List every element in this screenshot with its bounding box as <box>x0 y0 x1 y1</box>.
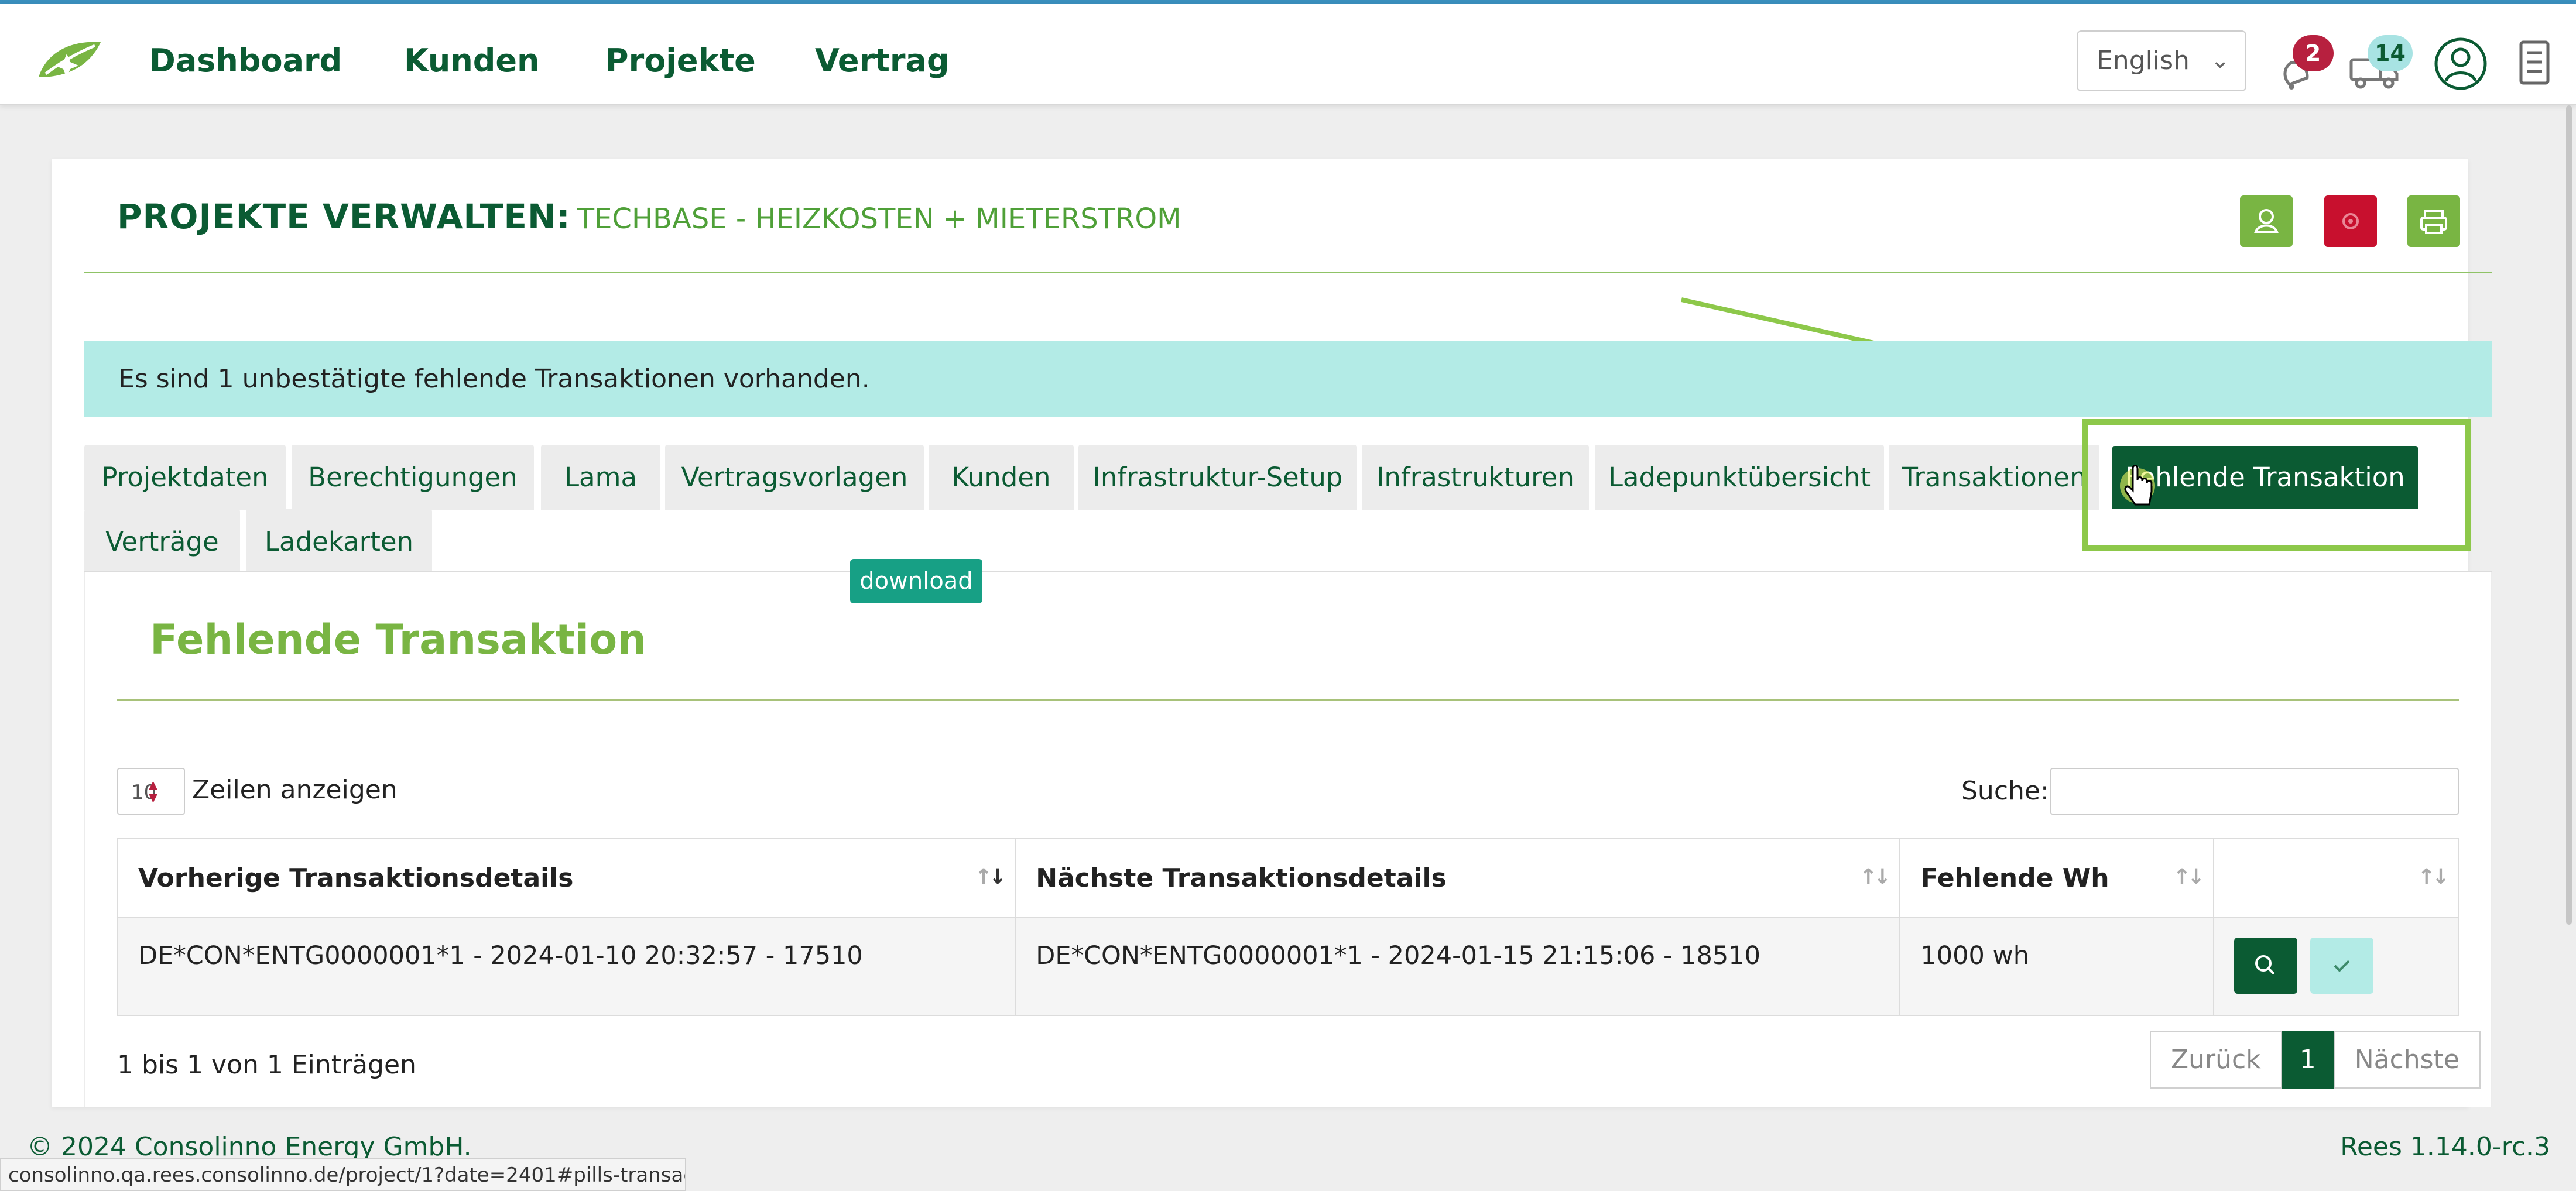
page-title-prefix: PROJEKTE VERWALTEN: <box>117 197 571 236</box>
page-length-label: Zeilen anzeigen <box>192 775 398 805</box>
sort-icon: ↑↓ <box>2417 865 2450 889</box>
section-title: Fehlende Transaktion <box>150 616 647 664</box>
table-info: 1 bis 1 von 1 Einträgen <box>117 1050 416 1080</box>
column-header-missing-wh-label: Fehlende Wh <box>1920 863 2109 893</box>
confirm-button[interactable] <box>2310 938 2373 994</box>
messages-badge: 14 <box>2368 35 2413 71</box>
language-select[interactable]: English ⌄ <box>2077 30 2246 91</box>
pagination-page-1[interactable]: 1 <box>2282 1031 2334 1089</box>
sort-icon: ↑↓ <box>2173 865 2205 889</box>
cell-next-transaction: DE*CON*ENTG0000001*1 - 2024-01-15 21:15:… <box>1015 917 1901 1016</box>
tab-infrastrukturen[interactable]: Infrastrukturen <box>1362 445 1589 510</box>
browser-status-url: consolinno.qa.rees.consolinno.de/project… <box>0 1158 686 1191</box>
tab-ladepunktuebersicht[interactable]: Ladepunktübersicht <box>1595 445 1884 510</box>
tab-kunden[interactable]: Kunden <box>929 445 1074 510</box>
column-header-next-label: Nächste Transaktionsdetails <box>1036 863 1447 893</box>
page-title: PROJEKTE VERWALTEN: TECHBASE - HEIZKOSTE… <box>117 197 1181 236</box>
search-label: Suche: <box>1961 776 2049 806</box>
download-button[interactable]: download <box>850 559 982 603</box>
search-input[interactable] <box>2050 768 2459 815</box>
page-length-select[interactable]: 10 ▴ ▾ <box>117 768 185 815</box>
cell-missing-wh: 1000 wh <box>1899 917 2215 1016</box>
nav-projekte[interactable]: Projekte <box>605 42 756 79</box>
pagination-next[interactable]: Nächste <box>2333 1031 2481 1089</box>
column-header-actions[interactable]: ↑↓ <box>2213 838 2459 918</box>
tab-lama[interactable]: Lama <box>541 445 660 510</box>
pagination: Zurück 1 Nächste <box>2150 1031 2481 1089</box>
logout-icon[interactable] <box>2515 39 2556 89</box>
column-header-next[interactable]: Nächste Transaktionsdetails ↑↓ <box>1015 838 1901 918</box>
nav-vertrag[interactable]: Vertrag <box>815 42 950 79</box>
tab-ladekarten[interactable]: Ladekarten <box>246 509 432 575</box>
column-header-previous[interactable]: Vorherige Transaktionsdetails ↑↓ <box>117 838 1016 918</box>
page-title-project: TECHBASE - HEIZKOSTEN + MIETERSTROM <box>577 202 1181 235</box>
column-header-previous-label: Vorherige Transaktionsdetails <box>138 863 574 893</box>
sort-updown-icon: ▴ ▾ <box>149 774 158 808</box>
project-users-button[interactable] <box>2240 195 2293 247</box>
nav-kunden[interactable]: Kunden <box>404 42 540 79</box>
printer-icon <box>2420 210 2447 234</box>
view-details-button[interactable] <box>2234 938 2298 994</box>
user-icon <box>2254 209 2279 233</box>
notifications-bell-button[interactable]: 2 <box>2272 35 2334 94</box>
footer-version: Rees 1.14.0-rc.3 <box>2340 1132 2550 1162</box>
tab-vertraege[interactable]: Verträge <box>84 509 240 575</box>
tab-infrastruktur-setup[interactable]: Infrastruktur-Setup <box>1078 445 1357 510</box>
table-row: DE*CON*ENTG0000001*1 - 2024-01-10 20:32:… <box>117 917 2459 1016</box>
search-icon <box>2255 955 2275 975</box>
unconfirmed-transactions-alert: Es sind 1 unbestätigte fehlende Transakt… <box>84 341 2492 417</box>
cell-actions <box>2213 917 2459 1016</box>
table-header-row: Vorherige Transaktionsdetails ↑↓ Nächste… <box>117 838 2459 918</box>
print-button[interactable] <box>2407 195 2460 247</box>
nav-dashboard[interactable]: Dashboard <box>149 42 342 79</box>
tab-transaktionen[interactable]: Transaktionen <box>1889 445 2099 510</box>
user-avatar-icon[interactable] <box>2433 36 2488 91</box>
section-divider <box>117 699 2459 701</box>
title-divider <box>84 272 2492 273</box>
consolinno-logo[interactable] <box>34 36 104 83</box>
page-scrollbar[interactable] <box>2566 105 2572 925</box>
missing-transactions-table: Vorherige Transaktionsdetails ↑↓ Nächste… <box>117 838 2459 1016</box>
check-icon <box>2334 960 2350 972</box>
gear-icon <box>2342 213 2359 229</box>
language-value: English <box>2097 46 2190 75</box>
sort-icon: ↑↓ <box>1859 865 1891 889</box>
pagination-previous[interactable]: Zurück <box>2150 1031 2282 1089</box>
top-navbar: Dashboard Kunden Projekte Vertrag Englis… <box>0 4 2576 105</box>
column-header-missing-wh[interactable]: Fehlende Wh ↑↓ <box>1899 838 2215 918</box>
hand-cursor-icon <box>2120 465 2155 506</box>
tab-projektdaten[interactable]: Projektdaten <box>84 445 286 510</box>
sort-icon: ↑↓ <box>974 865 1006 889</box>
notifications-badge: 2 <box>2293 35 2334 71</box>
tab-berechtigungen[interactable]: Berechtigungen <box>292 445 534 510</box>
chevron-down-icon: ⌄ <box>2210 47 2230 74</box>
project-settings-button[interactable] <box>2324 195 2377 247</box>
cell-previous-transaction: DE*CON*ENTG0000001*1 - 2024-01-10 20:32:… <box>117 917 1016 1016</box>
messages-button[interactable]: 14 <box>2348 35 2413 94</box>
tab-vertragsvorlagen[interactable]: Vertragsvorlagen <box>665 445 924 510</box>
